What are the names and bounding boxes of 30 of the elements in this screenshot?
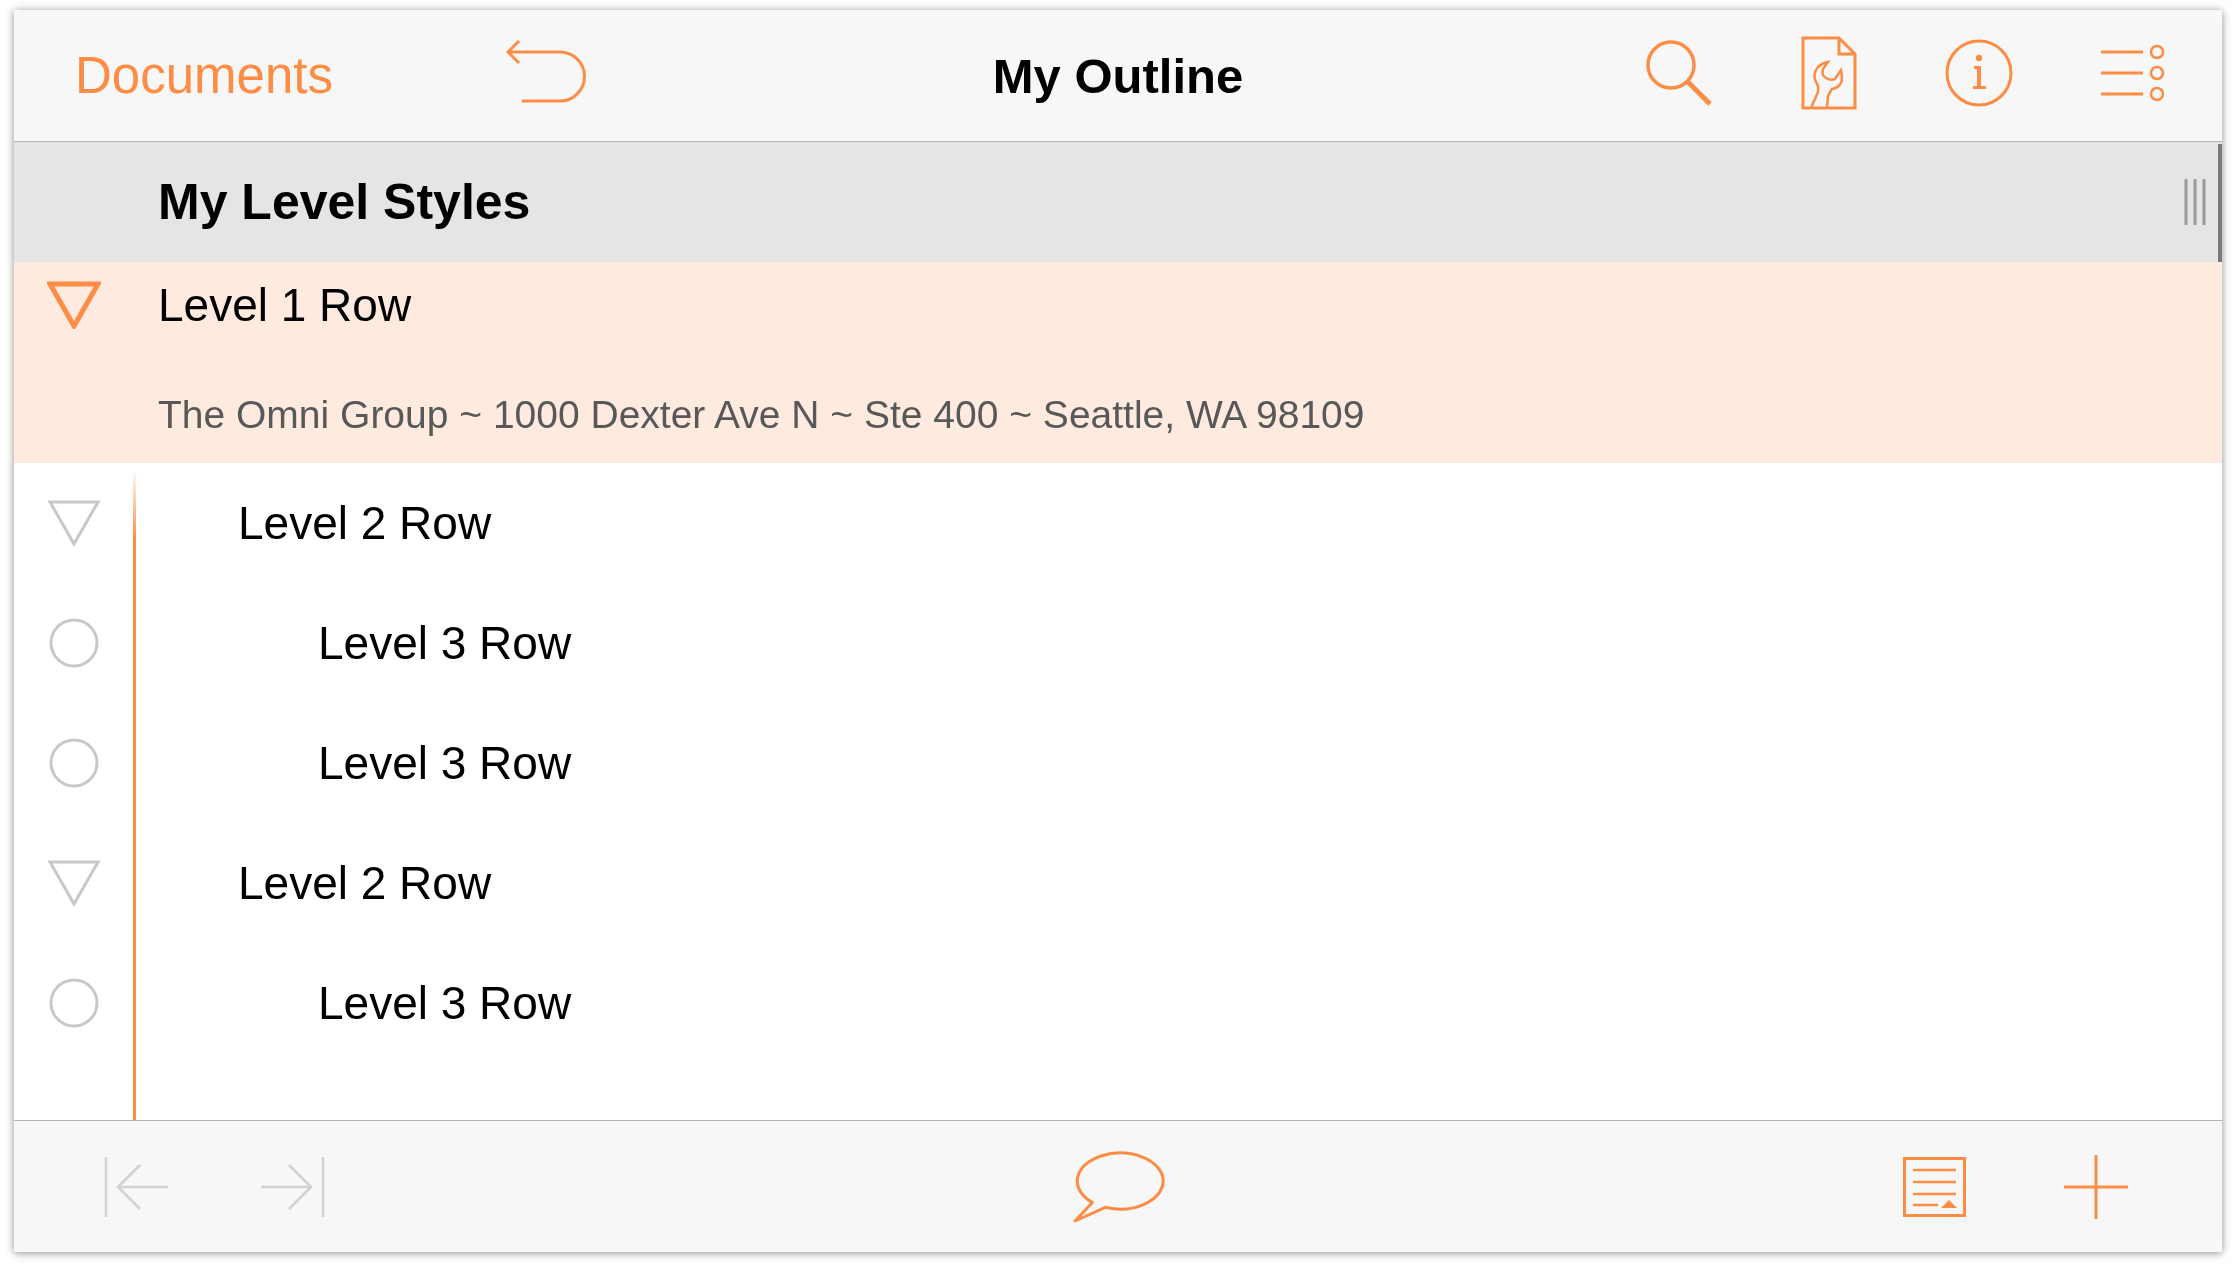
row-title: Level 2 Row	[238, 856, 492, 911]
outline-row[interactable]: Level 3 Row	[14, 943, 2222, 1063]
triangle-down-icon[interactable]	[47, 281, 101, 329]
outline-row[interactable]: Level 1 Row The Omni Group ~ 1000 Dexter Ave N ~ Ste 400 ~ Seattle, WA 98109	[14, 262, 2222, 463]
row-note: The Omni Group ~ 1000 Dexter Ave N ~ Ste 400 ~ Seattle, WA 98109	[158, 392, 1365, 438]
document-wrench-icon[interactable]	[1801, 35, 1857, 110]
circle-icon[interactable]	[49, 978, 99, 1028]
outline-row[interactable]: Level 3 Row	[14, 703, 2222, 823]
speech-bubble-icon[interactable]	[1071, 1149, 1165, 1224]
search-icon[interactable]	[1645, 38, 1713, 107]
row-title: Level 3 Row	[318, 976, 572, 1031]
document-title: My Outline	[992, 47, 1244, 105]
plus-icon[interactable]	[2064, 1154, 2128, 1219]
info-icon[interactable]	[1945, 38, 2013, 107]
circle-icon[interactable]	[49, 618, 99, 668]
grip-icon[interactable]	[2184, 179, 2206, 225]
outline-row[interactable]: Level 2 Row	[14, 463, 2222, 583]
triangle-down-icon[interactable]	[47, 859, 101, 907]
triangle-down-icon[interactable]	[47, 499, 101, 547]
outline-row[interactable]: Level 2 Row	[14, 823, 2222, 943]
row-title: Level 3 Row	[318, 616, 572, 671]
row-title: Level 3 Row	[318, 736, 572, 791]
row-title: Level 2 Row	[238, 496, 492, 551]
undo-icon[interactable]	[504, 40, 586, 103]
circle-icon[interactable]	[49, 738, 99, 788]
outline-row[interactable]: Level 3 Row	[14, 583, 2222, 703]
header-title: My Level Styles	[158, 173, 531, 232]
document-lines-icon[interactable]	[1903, 1156, 1966, 1217]
list-options-icon[interactable]	[2101, 43, 2165, 102]
row-title: Level 1 Row	[158, 278, 412, 333]
